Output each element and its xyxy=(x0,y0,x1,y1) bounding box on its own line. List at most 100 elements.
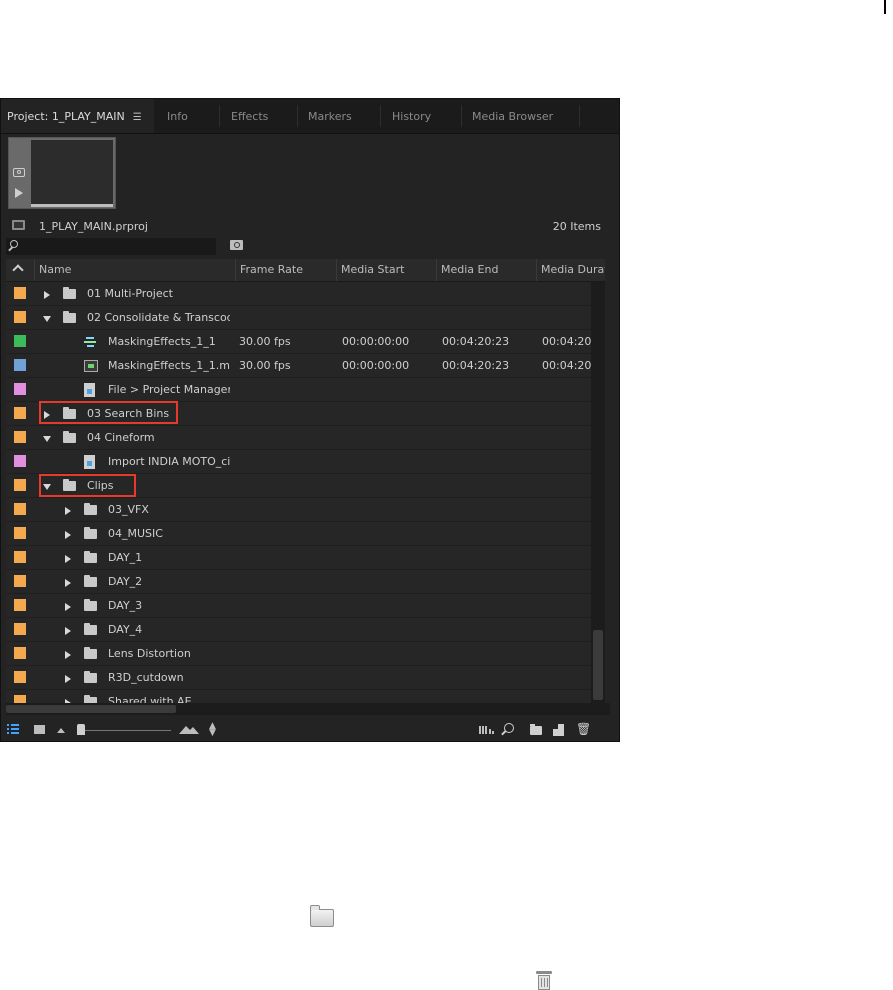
table-row[interactable]: Import INDIA MOTO_ci xyxy=(6,450,591,474)
disclosure-closed-icon[interactable] xyxy=(65,675,71,683)
disclosure-open-icon[interactable] xyxy=(43,436,51,442)
row-name[interactable]: File > Project Manager xyxy=(108,378,230,401)
preview-thumbnail[interactable] xyxy=(8,137,116,209)
sort-ascending-icon[interactable] xyxy=(12,264,24,276)
label-color-swatch[interactable] xyxy=(14,407,26,419)
label-color-swatch[interactable] xyxy=(14,551,26,563)
find-icon[interactable] xyxy=(504,723,514,733)
row-name[interactable]: Import INDIA MOTO_ci xyxy=(108,450,230,473)
label-color-swatch[interactable] xyxy=(14,623,26,635)
label-color-swatch[interactable] xyxy=(14,455,26,467)
label-color-swatch[interactable] xyxy=(14,695,26,703)
label-color-swatch[interactable] xyxy=(14,311,26,323)
disclosure-closed-icon[interactable] xyxy=(65,603,71,611)
row-name[interactable]: Shared with AE xyxy=(108,690,230,703)
table-row[interactable]: DAY_4 xyxy=(6,618,591,642)
label-color-swatch[interactable] xyxy=(14,383,26,395)
folder-icon xyxy=(84,623,97,635)
row-name[interactable]: R3D_cutdown xyxy=(108,666,230,689)
label-color-swatch[interactable] xyxy=(14,359,26,371)
row-name[interactable]: MaskingEffects_1_1.m xyxy=(108,354,230,377)
table-row[interactable]: MaskingEffects_1_1 30.00 fps 00:00:00:00 00… xyxy=(6,330,591,354)
table-row[interactable]: Shared with AE xyxy=(6,690,591,703)
play-icon[interactable] xyxy=(15,188,23,198)
new-search-bin-icon[interactable] xyxy=(230,240,243,250)
label-color-swatch[interactable] xyxy=(14,287,26,299)
label-color-swatch[interactable] xyxy=(14,431,26,443)
icon-view-icon[interactable] xyxy=(34,725,45,734)
table-row[interactable]: Lens Distortion xyxy=(6,642,591,666)
disclosure-closed-icon[interactable] xyxy=(65,531,71,539)
label-color-swatch[interactable] xyxy=(14,575,26,587)
vertical-scrollbar[interactable] xyxy=(591,282,605,703)
tab-history[interactable]: History xyxy=(386,99,461,133)
sort-icon[interactable]: ▲ ▼ xyxy=(209,722,217,738)
new-item-icon[interactable] xyxy=(553,724,564,736)
row-name[interactable]: DAY_2 xyxy=(108,570,230,593)
table-row[interactable]: 03_VFX xyxy=(6,498,591,522)
table-row[interactable]: DAY_2 xyxy=(6,570,591,594)
tab-effects[interactable]: Effects xyxy=(225,99,297,133)
tab-markers[interactable]: Markers xyxy=(302,99,380,133)
row-name[interactable]: 02 Consolidate & Transcod xyxy=(87,306,230,329)
label-color-swatch[interactable] xyxy=(14,599,26,611)
tab-media-browser[interactable]: Media Browser xyxy=(466,99,579,133)
disclosure-closed-icon[interactable] xyxy=(44,291,50,299)
column-header-media-duration[interactable]: Media Durati xyxy=(536,259,605,281)
column-header-frame-rate[interactable]: Frame Rate xyxy=(235,259,336,281)
row-name[interactable]: DAY_3 xyxy=(108,594,230,617)
zoom-small-icon xyxy=(57,728,65,733)
tab-info[interactable]: Info xyxy=(161,99,219,133)
label-color-swatch[interactable] xyxy=(14,503,26,515)
label-color-swatch[interactable] xyxy=(14,647,26,659)
label-color-swatch[interactable] xyxy=(14,335,26,347)
table-row[interactable]: File > Project Manager xyxy=(6,378,591,402)
table-row[interactable]: 01 Multi-Project xyxy=(6,282,591,306)
column-header-media-end[interactable]: Media End xyxy=(436,259,536,281)
tab-project[interactable]: Project: 1_PLAY_MAIN ☰ xyxy=(1,99,154,133)
camera-icon[interactable] xyxy=(13,168,25,177)
disclosure-closed-icon[interactable] xyxy=(65,651,71,659)
row-name[interactable]: Lens Distortion xyxy=(108,642,230,665)
disclosure-closed-icon[interactable] xyxy=(65,579,71,587)
vertical-scroll-thumb[interactable] xyxy=(593,630,603,700)
row-name[interactable]: MaskingEffects_1_1 xyxy=(108,330,230,353)
horizontal-scroll-thumb[interactable] xyxy=(6,705,176,713)
list-view-icon[interactable] xyxy=(7,724,19,734)
table-row[interactable]: 04_MUSIC xyxy=(6,522,591,546)
table-row[interactable]: 04 Cineform xyxy=(6,426,591,450)
column-header-name[interactable]: Name xyxy=(34,259,235,281)
disclosure-closed-icon[interactable] xyxy=(65,627,71,635)
row-name[interactable]: DAY_4 xyxy=(108,618,230,641)
table-row[interactable]: MaskingEffects_1_1.m 30.00 fps 00:00:00:00… xyxy=(6,354,591,378)
table-row[interactable]: DAY_1 xyxy=(6,546,591,570)
disclosure-closed-icon[interactable] xyxy=(65,507,71,515)
zoom-slider[interactable] xyxy=(81,730,171,731)
sequence-icon xyxy=(84,335,96,349)
row-media-start: 00:00:00:00 xyxy=(342,359,410,372)
table-row[interactable]: 02 Consolidate & Transcod xyxy=(6,306,591,330)
bottom-toolbar: ▲ ▼ 🗑 xyxy=(1,718,619,741)
disclosure-closed-icon[interactable] xyxy=(65,555,71,563)
label-color-swatch[interactable] xyxy=(14,479,26,491)
file-icon xyxy=(84,455,95,469)
freeform-view-icon[interactable] xyxy=(479,726,495,734)
disclosure-open-icon[interactable] xyxy=(43,316,51,322)
row-name[interactable]: 04 Cineform xyxy=(87,426,230,449)
row-name[interactable]: 01 Multi-Project xyxy=(87,282,230,305)
row-name[interactable]: 03_VFX xyxy=(108,498,230,521)
label-color-swatch[interactable] xyxy=(14,671,26,683)
row-name[interactable]: DAY_1 xyxy=(108,546,230,569)
label-color-swatch[interactable] xyxy=(14,527,26,539)
new-bin-icon[interactable] xyxy=(530,724,542,735)
zoom-slider-handle[interactable] xyxy=(77,724,85,735)
table-row[interactable]: DAY_3 xyxy=(6,594,591,618)
row-name[interactable]: 04_MUSIC xyxy=(108,522,230,545)
row-media-duration: 00:04:20: xyxy=(542,335,591,348)
panel-menu-icon[interactable]: ☰ xyxy=(133,112,142,123)
horizontal-scrollbar[interactable] xyxy=(6,703,610,715)
trash-icon[interactable]: 🗑 xyxy=(576,723,591,736)
column-header-media-start[interactable]: Media Start xyxy=(336,259,436,281)
table-row[interactable]: R3D_cutdown xyxy=(6,666,591,690)
search-input[interactable] xyxy=(6,238,216,255)
